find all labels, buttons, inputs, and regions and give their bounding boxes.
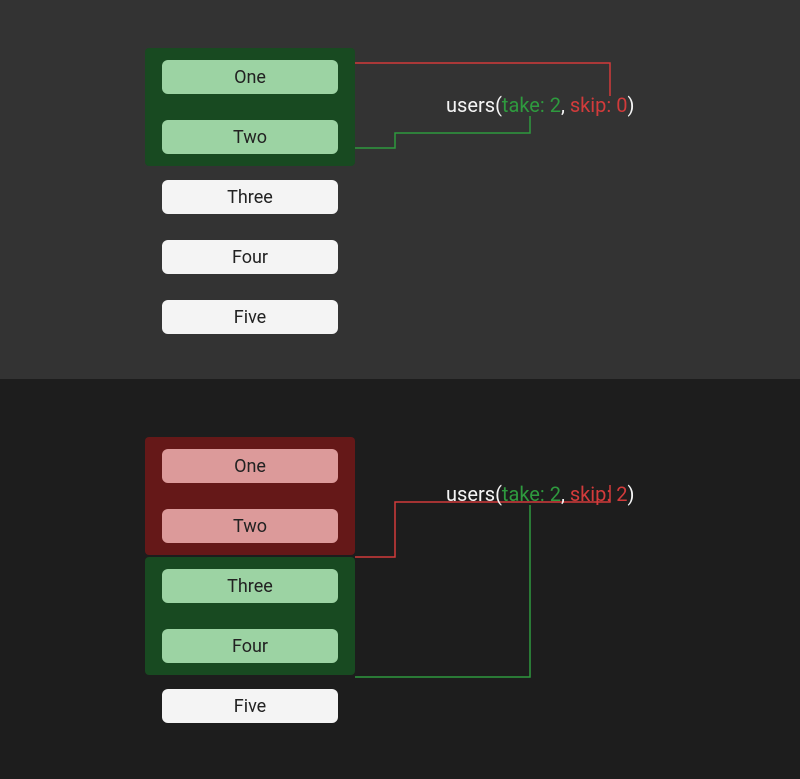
skip-param: skip: 2 bbox=[570, 482, 628, 506]
list-item: Four bbox=[162, 629, 338, 663]
query-label-top: users(take: 2, skip: 0) bbox=[446, 93, 634, 117]
diagram-bottom: One Two Three Four Five users(take: 2, s… bbox=[0, 379, 800, 768]
query-label-bottom: users(take: 2, skip: 2) bbox=[446, 482, 634, 506]
list-item: One bbox=[162, 449, 338, 483]
list-item: Three bbox=[162, 569, 338, 603]
list-item: One bbox=[162, 60, 338, 94]
list-item: Three bbox=[162, 180, 338, 214]
list-item: Five bbox=[162, 689, 338, 723]
item-stack-top: One Two Three Four Five bbox=[145, 60, 355, 334]
list-item: Two bbox=[162, 509, 338, 543]
take-param: take: 2 bbox=[502, 93, 561, 117]
connector-lines-bottom bbox=[0, 379, 800, 779]
item-stack-bottom: One Two Three Four Five bbox=[145, 449, 355, 723]
diagram-top: One Two Three Four Five users(take: 2, s… bbox=[0, 0, 800, 379]
skip-param: skip: 0 bbox=[570, 93, 628, 117]
list-item: Two bbox=[162, 120, 338, 154]
connector-lines-top bbox=[0, 0, 800, 360]
list-item: Four bbox=[162, 240, 338, 274]
take-param: take: 2 bbox=[502, 482, 561, 506]
list-item: Five bbox=[162, 300, 338, 334]
